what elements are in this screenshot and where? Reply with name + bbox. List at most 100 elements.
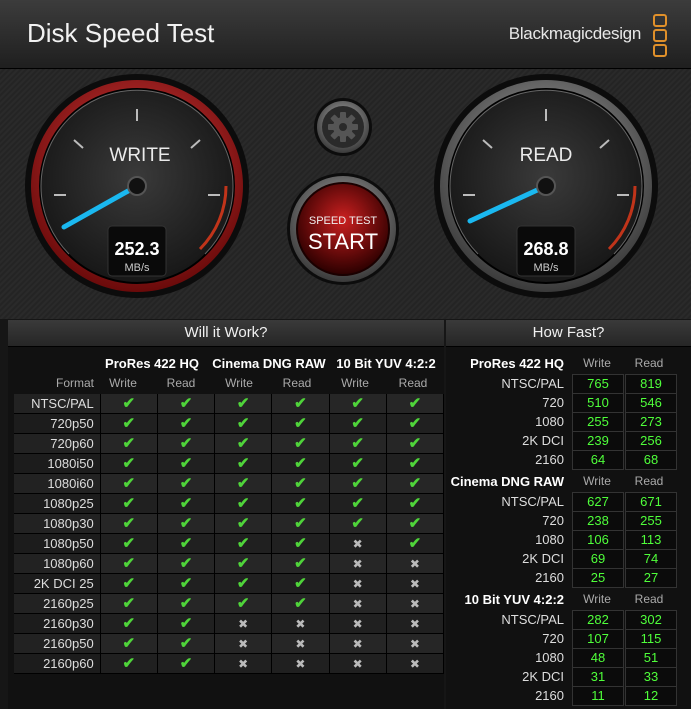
how-fast-write-value: 627 [572,492,624,512]
check-icon: ✔ [179,475,193,492]
cross-icon: ✖ [409,656,420,671]
how-fast-row-label: 2160 [535,570,564,585]
how-fast-write-value: 48 [572,648,624,668]
how-fast-read-value: 33 [625,667,677,687]
status-cell: ✔ [214,433,273,454]
table-row: 2160p60 ✔ ✔ ✖ ✖ ✖ ✖ [14,653,445,674]
status-cell: ✔ [157,613,216,634]
format-cell: 2160p25 [14,593,101,614]
write-unit: MB/s [124,262,150,274]
how-fast-panel: How Fast? ProRes 422 HQ Write Read NTSC/PAL… [446,320,691,709]
status-cell: ✔ [157,533,216,554]
how-fast-row: 720 238 255 [446,511,691,531]
how-fast-read-header: Read [634,356,664,370]
status-cell: ✔ [271,473,330,494]
check-icon: ✔ [236,555,250,572]
how-fast-row: 2160 11 12 [446,686,691,706]
status-cell: ✖ [271,613,330,634]
check-icon: ✔ [408,475,422,492]
check-icon: ✔ [122,555,136,572]
how-fast-row-label: 1080 [535,650,564,665]
settings-button[interactable] [314,98,372,156]
how-fast-row-label: 1080 [535,532,564,547]
how-fast-row-label: 2160 [535,688,564,703]
how-fast-read-value: 255 [625,511,677,531]
check-icon: ✔ [294,575,307,592]
yuv-write-header: Write [341,376,369,390]
table-row: 2160p50 ✔ ✔ ✖ ✖ ✖ ✖ [14,633,445,654]
status-cell: ✔ [271,573,330,594]
how-fast-write-value: 11 [572,686,624,706]
check-icon: ✔ [122,575,136,592]
gear-icon [328,112,358,142]
brand-name: Blackmagicdesign [508,24,642,43]
status-cell: ✔ [214,553,273,574]
status-cell: ✖ [271,633,330,654]
how-fast-read-value: 113 [625,530,677,550]
how-fast-write-value: 239 [572,431,624,451]
status-cell: ✔ [100,394,158,414]
status-cell: ✔ [214,493,273,514]
format-cell: NTSC/PAL [14,394,101,414]
how-fast-write-value: 510 [572,393,624,413]
how-fast-read-header: Read [634,474,664,488]
format-cell: 720p50 [14,413,101,434]
table-row: 1080p60 ✔ ✔ ✔ ✔ ✖ ✖ [14,553,445,574]
status-cell: ✔ [329,473,387,494]
how-fast-title: How Fast? [446,320,691,347]
will-it-work-panel: Will it Work? ProRes 422 HQ Cinema DNG R… [8,320,445,709]
app-window: Disk Speed Test Blackmagicdesign WRITE 2… [0,0,691,709]
check-icon: ✔ [179,495,193,512]
how-fast-read-value: 51 [625,648,677,668]
status-cell: ✔ [271,553,330,574]
status-cell: ✔ [100,433,158,454]
how-fast-row-label: 720 [542,513,564,528]
how-fast-write-value: 255 [572,412,624,432]
gauges: WRITE 252.3 MB/s READ 268.8 MB/s SPEED T… [25,74,658,298]
status-cell: ✔ [157,653,216,674]
check-icon: ✔ [408,435,422,452]
status-cell: ✔ [386,493,445,514]
check-icon: ✔ [236,575,250,592]
dng-write-header: Write [225,376,253,390]
app-title: Disk Speed Test [27,18,215,48]
check-icon: ✔ [351,435,364,452]
start-button[interactable]: SPEED TEST START [287,173,399,285]
group-header-yuv: 10 Bit YUV 4:2:2 [336,356,436,371]
status-cell: ✔ [100,413,158,434]
how-fast-write-value: 765 [572,374,624,394]
cross-icon: ✖ [352,596,363,611]
status-cell: ✔ [100,573,158,594]
status-cell: ✔ [100,453,158,474]
how-fast-read-value: 302 [625,610,677,630]
status-cell: ✔ [386,513,445,534]
check-icon: ✔ [179,515,193,532]
how-fast-row-label: 1080 [535,414,564,429]
how-fast-group-title: ProRes 422 HQ [470,356,564,371]
how-fast-row: 1080 48 51 [446,648,691,668]
check-icon: ✔ [294,475,307,492]
status-cell: ✖ [329,653,387,674]
how-fast-write-value: 282 [572,610,624,630]
status-cell: ✔ [157,553,216,574]
status-cell: ✔ [100,513,158,534]
how-fast-write-header: Write [583,592,611,606]
status-cell: ✔ [100,613,158,634]
how-fast-row: 1080 106 113 [446,530,691,550]
check-icon: ✔ [294,495,307,512]
cross-icon: ✖ [409,636,420,651]
how-fast-row-label: 720 [542,631,564,646]
status-cell: ✔ [329,513,387,534]
how-fast-row: 2160 25 27 [446,568,691,588]
start-button-caption: SPEED TEST [309,215,378,227]
check-icon: ✔ [351,455,364,472]
check-icon: ✔ [408,515,422,532]
status-cell: ✔ [100,633,158,654]
check-icon: ✔ [351,415,364,432]
check-icon: ✔ [236,535,250,552]
status-cell: ✔ [157,493,216,514]
how-fast-read-value: 273 [625,412,677,432]
format-cell: 1080p30 [14,513,101,534]
how-fast-read-value: 546 [625,393,677,413]
cross-icon: ✖ [238,636,249,651]
